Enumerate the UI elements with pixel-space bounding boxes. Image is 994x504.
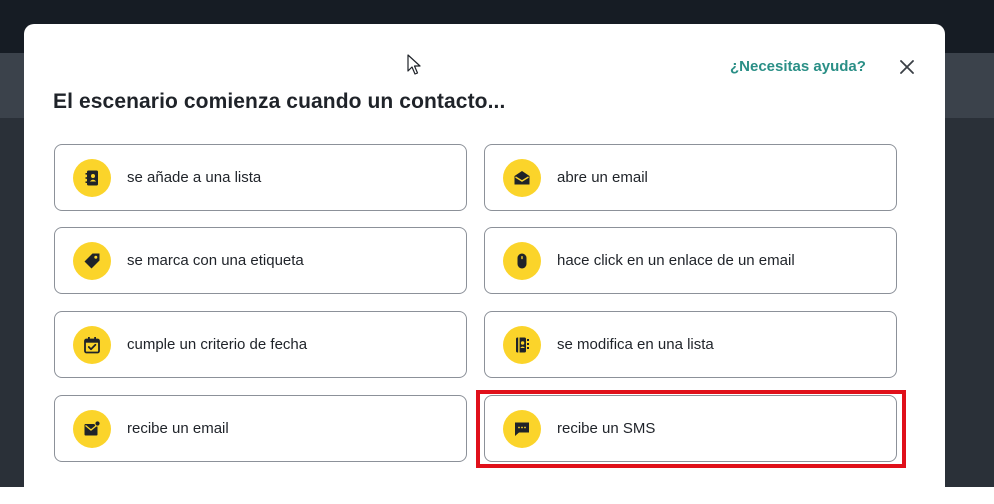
option-opens-email[interactable]: abre un email bbox=[484, 144, 897, 211]
option-tagged[interactable]: se marca con una etiqueta bbox=[54, 227, 467, 294]
mouse-icon bbox=[503, 241, 541, 280]
option-label: recibe un SMS bbox=[557, 420, 656, 437]
close-button[interactable] bbox=[896, 56, 918, 78]
help-link[interactable]: ¿Necesitas ayuda? bbox=[730, 58, 866, 75]
sms-bubble-icon bbox=[503, 409, 541, 448]
option-label: cumple un criterio de fecha bbox=[127, 336, 308, 353]
option-modified-in-list[interactable]: se modifica en una lista bbox=[484, 311, 897, 378]
option-clicks-email-link[interactable]: hace click en un enlace de un email bbox=[484, 227, 897, 294]
contact-book-icon bbox=[73, 158, 111, 197]
tag-icon bbox=[73, 241, 111, 280]
option-added-to-list[interactable]: se añade a una lista bbox=[54, 144, 467, 211]
option-receives-email[interactable]: recibe un email bbox=[54, 395, 467, 462]
option-receives-sms[interactable]: recibe un SMS bbox=[484, 395, 897, 462]
close-icon bbox=[900, 60, 914, 74]
option-label: recibe un email bbox=[127, 420, 229, 437]
option-label: abre un email bbox=[557, 169, 648, 186]
contact-edit-icon bbox=[503, 325, 541, 364]
option-label: se añade a una lista bbox=[127, 169, 262, 186]
option-label: hace click en un enlace de un email bbox=[557, 252, 795, 269]
option-label: se modifica en una lista bbox=[557, 336, 714, 353]
envelope-notification-icon bbox=[73, 409, 111, 448]
calendar-check-icon bbox=[73, 325, 111, 364]
modal-title: El escenario comienza cuando un contacto… bbox=[53, 90, 506, 113]
open-envelope-icon bbox=[503, 158, 541, 197]
mouse-cursor-icon bbox=[407, 54, 421, 75]
trigger-selection-modal: ¿Necesitas ayuda? El escenario comienza … bbox=[24, 24, 945, 504]
option-date-criteria[interactable]: cumple un criterio de fecha bbox=[54, 311, 467, 378]
option-label: se marca con una etiqueta bbox=[127, 252, 304, 269]
